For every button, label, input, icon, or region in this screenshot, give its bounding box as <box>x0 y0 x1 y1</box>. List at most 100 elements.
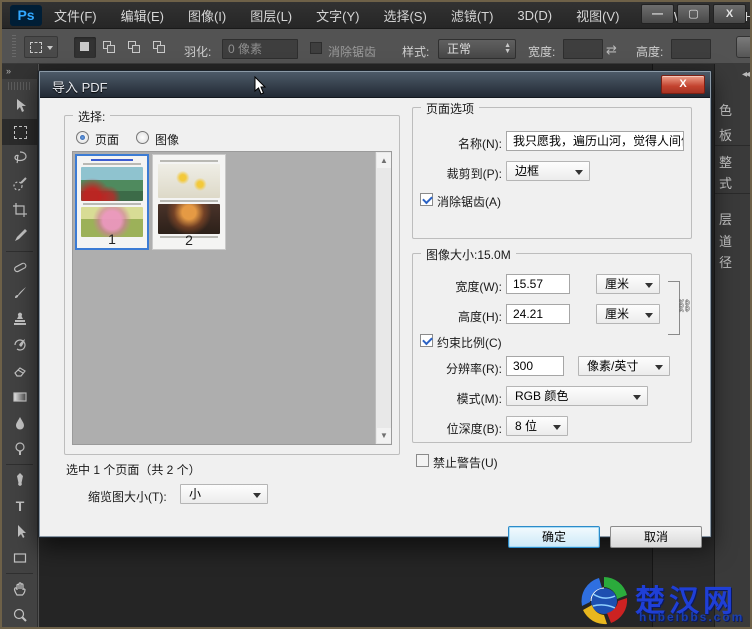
gradient-tool[interactable] <box>2 384 38 410</box>
panel-tab-swatches[interactable]: 板 <box>719 125 732 144</box>
shape-tool[interactable] <box>2 545 38 571</box>
menu-view[interactable]: 视图(V) <box>576 6 619 25</box>
panel-toggle-icon[interactable] <box>736 36 750 58</box>
type-tool[interactable]: T <box>2 493 38 519</box>
antialias-dialog-checkbox[interactable] <box>420 193 433 206</box>
style-dropdown[interactable]: 正常 ▲ ▼ <box>438 39 516 59</box>
new-selection-button[interactable] <box>74 37 96 58</box>
scroll-up-icon[interactable]: ▲ <box>377 153 391 168</box>
feather-input[interactable]: 0 像素 <box>222 39 298 59</box>
minimize-button[interactable]: — <box>641 4 674 24</box>
crop-tool[interactable] <box>2 197 38 223</box>
width-input[interactable] <box>563 39 603 59</box>
style-label: 样式: <box>402 45 430 59</box>
path-selection-tool[interactable] <box>2 519 38 545</box>
cancel-button[interactable]: 取消 <box>610 526 702 548</box>
rectangular-marquee-tool[interactable] <box>2 119 38 145</box>
menu-edit[interactable]: 编辑(E) <box>121 6 164 25</box>
antialias-dialog-label[interactable]: 消除锯齿(A) <box>437 193 501 210</box>
thumb-photo-river <box>81 167 143 201</box>
close-button[interactable]: X <box>713 4 746 24</box>
menu-image[interactable]: 图像(I) <box>188 6 226 25</box>
menu-layer[interactable]: 图层(L) <box>250 6 292 25</box>
style-value: 正常 <box>447 42 472 56</box>
antialias-checkbox[interactable] <box>310 42 322 54</box>
toolbar-separator <box>6 464 33 465</box>
menu-3d[interactable]: 3D(D) <box>517 8 552 23</box>
clone-stamp-tool[interactable] <box>2 306 38 332</box>
panel-tab-styles[interactable]: 式 <box>719 173 732 192</box>
thumb-photo-sunset <box>158 204 220 234</box>
watermark-domain: hubeibbs.com <box>639 610 745 624</box>
resolution-input[interactable]: 300 <box>506 356 564 376</box>
maximize-button[interactable]: ▢ <box>677 4 710 24</box>
mode-dropdown[interactable]: RGB 颜色 <box>506 386 648 406</box>
ps-logo: Ps <box>10 5 42 26</box>
add-selection-button[interactable] <box>99 37 121 58</box>
intersect-selection-button[interactable] <box>149 37 171 58</box>
bit-depth-dropdown[interactable]: 8 位 <box>506 416 568 436</box>
swap-dimensions-icon[interactable]: ⇄ <box>606 42 617 58</box>
thumb-text-line <box>83 203 141 205</box>
toolbar-collapse-icon[interactable]: » <box>2 64 37 79</box>
panel-tab-adjustments[interactable]: 整 <box>719 152 732 171</box>
images-radio-label[interactable]: 图像 <box>155 131 179 148</box>
name-label: 名称(N): <box>458 137 502 151</box>
ok-button[interactable]: 确定 <box>508 526 600 548</box>
height-input[interactable] <box>671 39 711 59</box>
menu-select[interactable]: 选择(S) <box>383 6 426 25</box>
resolution-unit-dropdown[interactable]: 像素/英寸 <box>578 356 670 376</box>
zoom-tool[interactable] <box>2 602 38 627</box>
move-tool[interactable] <box>2 93 38 119</box>
page-thumbnail-2[interactable]: 2 <box>152 154 226 250</box>
dialog-close-button[interactable]: X <box>661 75 705 94</box>
page-thumbnail-list[interactable]: 1 2 ▲ ▼ <box>72 151 392 445</box>
thumbnail-scrollbar[interactable]: ▲ ▼ <box>375 152 391 444</box>
crop-to-label: 裁剪到(P): <box>446 167 502 181</box>
antialias-label: 消除锯齿 <box>328 45 377 59</box>
healing-brush-tool[interactable] <box>2 254 38 280</box>
dialog-title: 导入 PDF <box>52 80 108 95</box>
menu-filter[interactable]: 滤镜(T) <box>451 6 494 25</box>
panel-tab-channels[interactable]: 道 <box>719 231 732 250</box>
suppress-warnings-label[interactable]: 禁止警告(U) <box>433 454 498 471</box>
eraser-tool[interactable] <box>2 358 38 384</box>
menu-file[interactable]: 文件(F) <box>54 6 97 25</box>
dodge-tool[interactable] <box>2 436 38 462</box>
subtract-selection-button[interactable] <box>124 37 146 58</box>
name-input[interactable]: 我只愿我，遍历山河，觉得人间值 <box>506 131 684 151</box>
quick-selection-tool[interactable] <box>2 171 38 197</box>
images-radio[interactable] <box>136 131 149 144</box>
menu-type[interactable]: 文字(Y) <box>316 6 359 25</box>
height-value-input[interactable]: 24.21 <box>506 304 570 324</box>
thumb-size-dropdown[interactable]: 小 <box>180 484 268 504</box>
history-brush-tool[interactable] <box>2 332 38 358</box>
blur-tool[interactable] <box>2 410 38 436</box>
height-unit-dropdown[interactable]: 厘米 <box>596 304 660 324</box>
pen-tool[interactable] <box>2 467 38 493</box>
pages-radio[interactable] <box>76 131 89 144</box>
pages-radio-label[interactable]: 页面 <box>95 131 119 148</box>
page-thumbnail-1[interactable]: 1 <box>75 154 149 250</box>
lasso-tool[interactable] <box>2 145 38 171</box>
bit-depth-value: 8 位 <box>515 419 538 433</box>
scroll-down-icon[interactable]: ▼ <box>377 428 391 443</box>
suppress-warnings-checkbox[interactable] <box>416 454 429 467</box>
panel-tab-paths[interactable]: 径 <box>719 252 732 271</box>
hand-tool[interactable] <box>2 576 38 602</box>
crop-to-dropdown[interactable]: 边框 <box>506 161 590 181</box>
eyedropper-tool[interactable] <box>2 223 38 249</box>
dialog-titlebar[interactable]: 导入 PDF X <box>40 72 710 98</box>
constrain-checkbox[interactable] <box>420 334 433 347</box>
width-unit-dropdown[interactable]: 厘米 <box>596 274 660 294</box>
thumb-size-label: 缩览图大小(T): <box>88 490 167 504</box>
thumb-text-line <box>91 159 133 161</box>
panel-tab-color[interactable]: 色 <box>719 100 732 119</box>
constrain-label[interactable]: 约束比例(C) <box>437 334 502 351</box>
width-value-input[interactable]: 15.57 <box>506 274 570 294</box>
expand-panels-icon[interactable]: ◂◂ <box>742 69 750 80</box>
tool-preset-button[interactable] <box>24 36 58 58</box>
panel-tab-layers[interactable]: 层 <box>719 209 732 228</box>
toolbar-grip[interactable] <box>8 82 31 90</box>
brush-tool[interactable] <box>2 280 38 306</box>
